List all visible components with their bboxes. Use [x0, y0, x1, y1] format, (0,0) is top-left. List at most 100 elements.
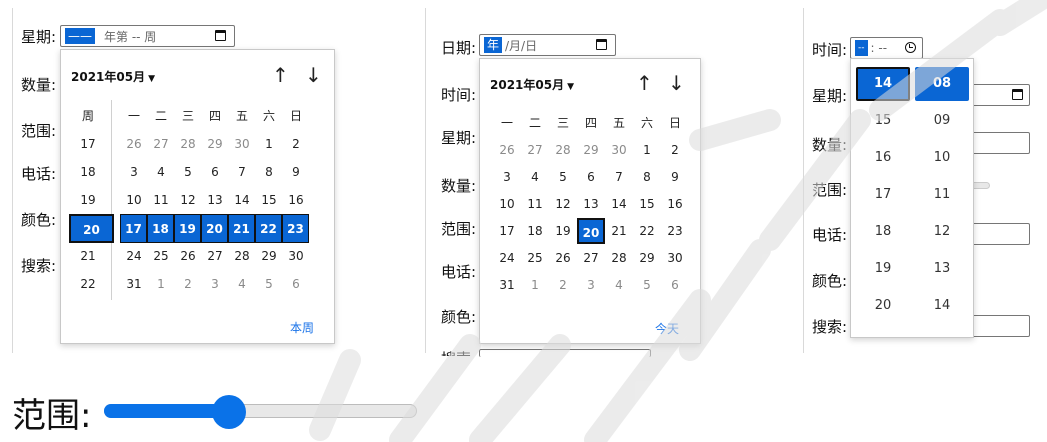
- day-cell[interactable]: 4: [606, 274, 632, 296]
- day-cell[interactable]: 20: [201, 214, 228, 243]
- day-cell[interactable]: 14: [229, 189, 255, 211]
- day-cell[interactable]: 8: [256, 161, 282, 183]
- day-cell[interactable]: 25: [148, 245, 174, 267]
- day-cell[interactable]: 2: [550, 274, 576, 296]
- arrow-down-icon[interactable]: ↓: [668, 73, 685, 93]
- day-cell[interactable]: 19: [550, 220, 576, 242]
- day-cell[interactable]: 27: [522, 139, 548, 161]
- day-cell[interactable]: 23: [282, 214, 309, 243]
- day-cell[interactable]: 28: [175, 133, 201, 155]
- day-cell[interactable]: 8: [634, 166, 660, 188]
- day-cell[interactable]: 19: [174, 214, 201, 243]
- day-cell[interactable]: 29: [256, 245, 282, 267]
- day-cell[interactable]: 4: [148, 161, 174, 183]
- day-cell[interactable]: 14: [606, 193, 632, 215]
- search-input[interactable]: [479, 349, 651, 357]
- day-cell[interactable]: 31: [121, 273, 147, 295]
- day-cell[interactable]: 29: [578, 139, 604, 161]
- range-slider-thumb[interactable]: [212, 395, 247, 429]
- time-input[interactable]: -- : --: [850, 37, 923, 59]
- day-cell[interactable]: 29: [202, 133, 228, 155]
- minute-option[interactable]: 08: [915, 67, 969, 101]
- day-cell[interactable]: 24: [121, 245, 147, 267]
- day-cell[interactable]: 30: [606, 139, 632, 161]
- this-week-link[interactable]: 本周: [290, 319, 314, 336]
- day-cell[interactable]: 21: [606, 220, 632, 242]
- day-cell[interactable]: 28: [550, 139, 576, 161]
- day-cell[interactable]: 13: [202, 189, 228, 211]
- minute-option[interactable]: 11: [915, 178, 969, 212]
- day-cell[interactable]: 25: [522, 247, 548, 269]
- today-link[interactable]: 今天: [655, 320, 679, 337]
- day-cell[interactable]: 6: [202, 161, 228, 183]
- minute-option[interactable]: 14: [915, 289, 969, 323]
- day-cell[interactable]: 3: [121, 161, 147, 183]
- day-cell[interactable]: 6: [283, 273, 309, 295]
- calendar-icon[interactable]: [596, 39, 607, 50]
- day-cell[interactable]: 30: [283, 245, 309, 267]
- day-cell[interactable]: 7: [229, 161, 255, 183]
- day-cell[interactable]: 15: [256, 189, 282, 211]
- day-cell[interactable]: 27: [578, 247, 604, 269]
- day-cell[interactable]: 5: [634, 274, 660, 296]
- time-minute-segment[interactable]: : --: [868, 41, 891, 55]
- day-cell[interactable]: 10: [494, 193, 520, 215]
- day-cell[interactable]: 7: [606, 166, 632, 188]
- calendar-icon[interactable]: [1012, 89, 1023, 100]
- hour-option[interactable]: 17: [856, 178, 910, 212]
- time-hour-segment[interactable]: --: [855, 40, 868, 56]
- day-cell[interactable]: 10: [121, 189, 147, 211]
- day-cell[interactable]: 29: [634, 247, 660, 269]
- hour-option[interactable]: 19: [856, 252, 910, 286]
- day-cell[interactable]: 16: [662, 193, 688, 215]
- date-rest-segment[interactable]: /月/日: [502, 37, 540, 54]
- day-cell[interactable]: 1: [634, 139, 660, 161]
- week-number[interactable]: 20: [69, 214, 114, 243]
- day-cell[interactable]: 9: [662, 166, 688, 188]
- day-cell[interactable]: 1: [256, 133, 282, 155]
- week-input[interactable]: [970, 84, 1030, 106]
- day-cell[interactable]: 18: [522, 220, 548, 242]
- week-number[interactable]: 22: [75, 273, 101, 295]
- minute-option[interactable]: 13: [915, 252, 969, 286]
- calendar-icon[interactable]: [215, 30, 226, 41]
- day-cell[interactable]: 4: [522, 166, 548, 188]
- day-cell[interactable]: 3: [494, 166, 520, 188]
- day-cell[interactable]: 1: [522, 274, 548, 296]
- day-cell[interactable]: 11: [148, 189, 174, 211]
- day-cell[interactable]: 2: [283, 133, 309, 155]
- day-cell[interactable]: 27: [202, 245, 228, 267]
- hour-option[interactable]: 20: [856, 289, 910, 323]
- arrow-up-icon[interactable]: ↑: [636, 73, 653, 93]
- minute-option[interactable]: 09: [915, 104, 969, 138]
- day-cell[interactable]: 18: [147, 214, 174, 243]
- hour-option[interactable]: 18: [856, 215, 910, 249]
- minute-option[interactable]: 10: [915, 141, 969, 175]
- day-cell[interactable]: 3: [202, 273, 228, 295]
- day-cell[interactable]: 5: [550, 166, 576, 188]
- selected-day-cell[interactable]: 20: [577, 218, 605, 244]
- week-number[interactable]: 19: [75, 189, 101, 211]
- day-cell[interactable]: 28: [606, 247, 632, 269]
- week-input[interactable]: —— 年第 -- 周: [60, 25, 235, 47]
- arrow-down-icon[interactable]: ↓: [305, 65, 322, 85]
- day-cell[interactable]: 5: [175, 161, 201, 183]
- day-cell[interactable]: 21: [228, 214, 255, 243]
- month-year-select[interactable]: 2021年05月 ▼: [71, 68, 155, 85]
- hour-option[interactable]: 14: [856, 67, 910, 101]
- date-input[interactable]: 年 /月/日: [479, 34, 616, 56]
- hour-option[interactable]: 15: [856, 104, 910, 138]
- day-cell[interactable]: 23: [662, 220, 688, 242]
- day-cell[interactable]: 3: [578, 274, 604, 296]
- week-number[interactable]: 21: [75, 245, 101, 267]
- phone-input[interactable]: [970, 223, 1030, 245]
- day-cell[interactable]: 12: [550, 193, 576, 215]
- day-cell[interactable]: 27: [148, 133, 174, 155]
- day-cell[interactable]: 26: [550, 247, 576, 269]
- day-cell[interactable]: 31: [494, 274, 520, 296]
- week-number[interactable]: 18: [75, 161, 101, 183]
- day-cell[interactable]: 28: [229, 245, 255, 267]
- day-cell[interactable]: 4: [229, 273, 255, 295]
- day-cell[interactable]: 11: [522, 193, 548, 215]
- day-cell[interactable]: 2: [662, 139, 688, 161]
